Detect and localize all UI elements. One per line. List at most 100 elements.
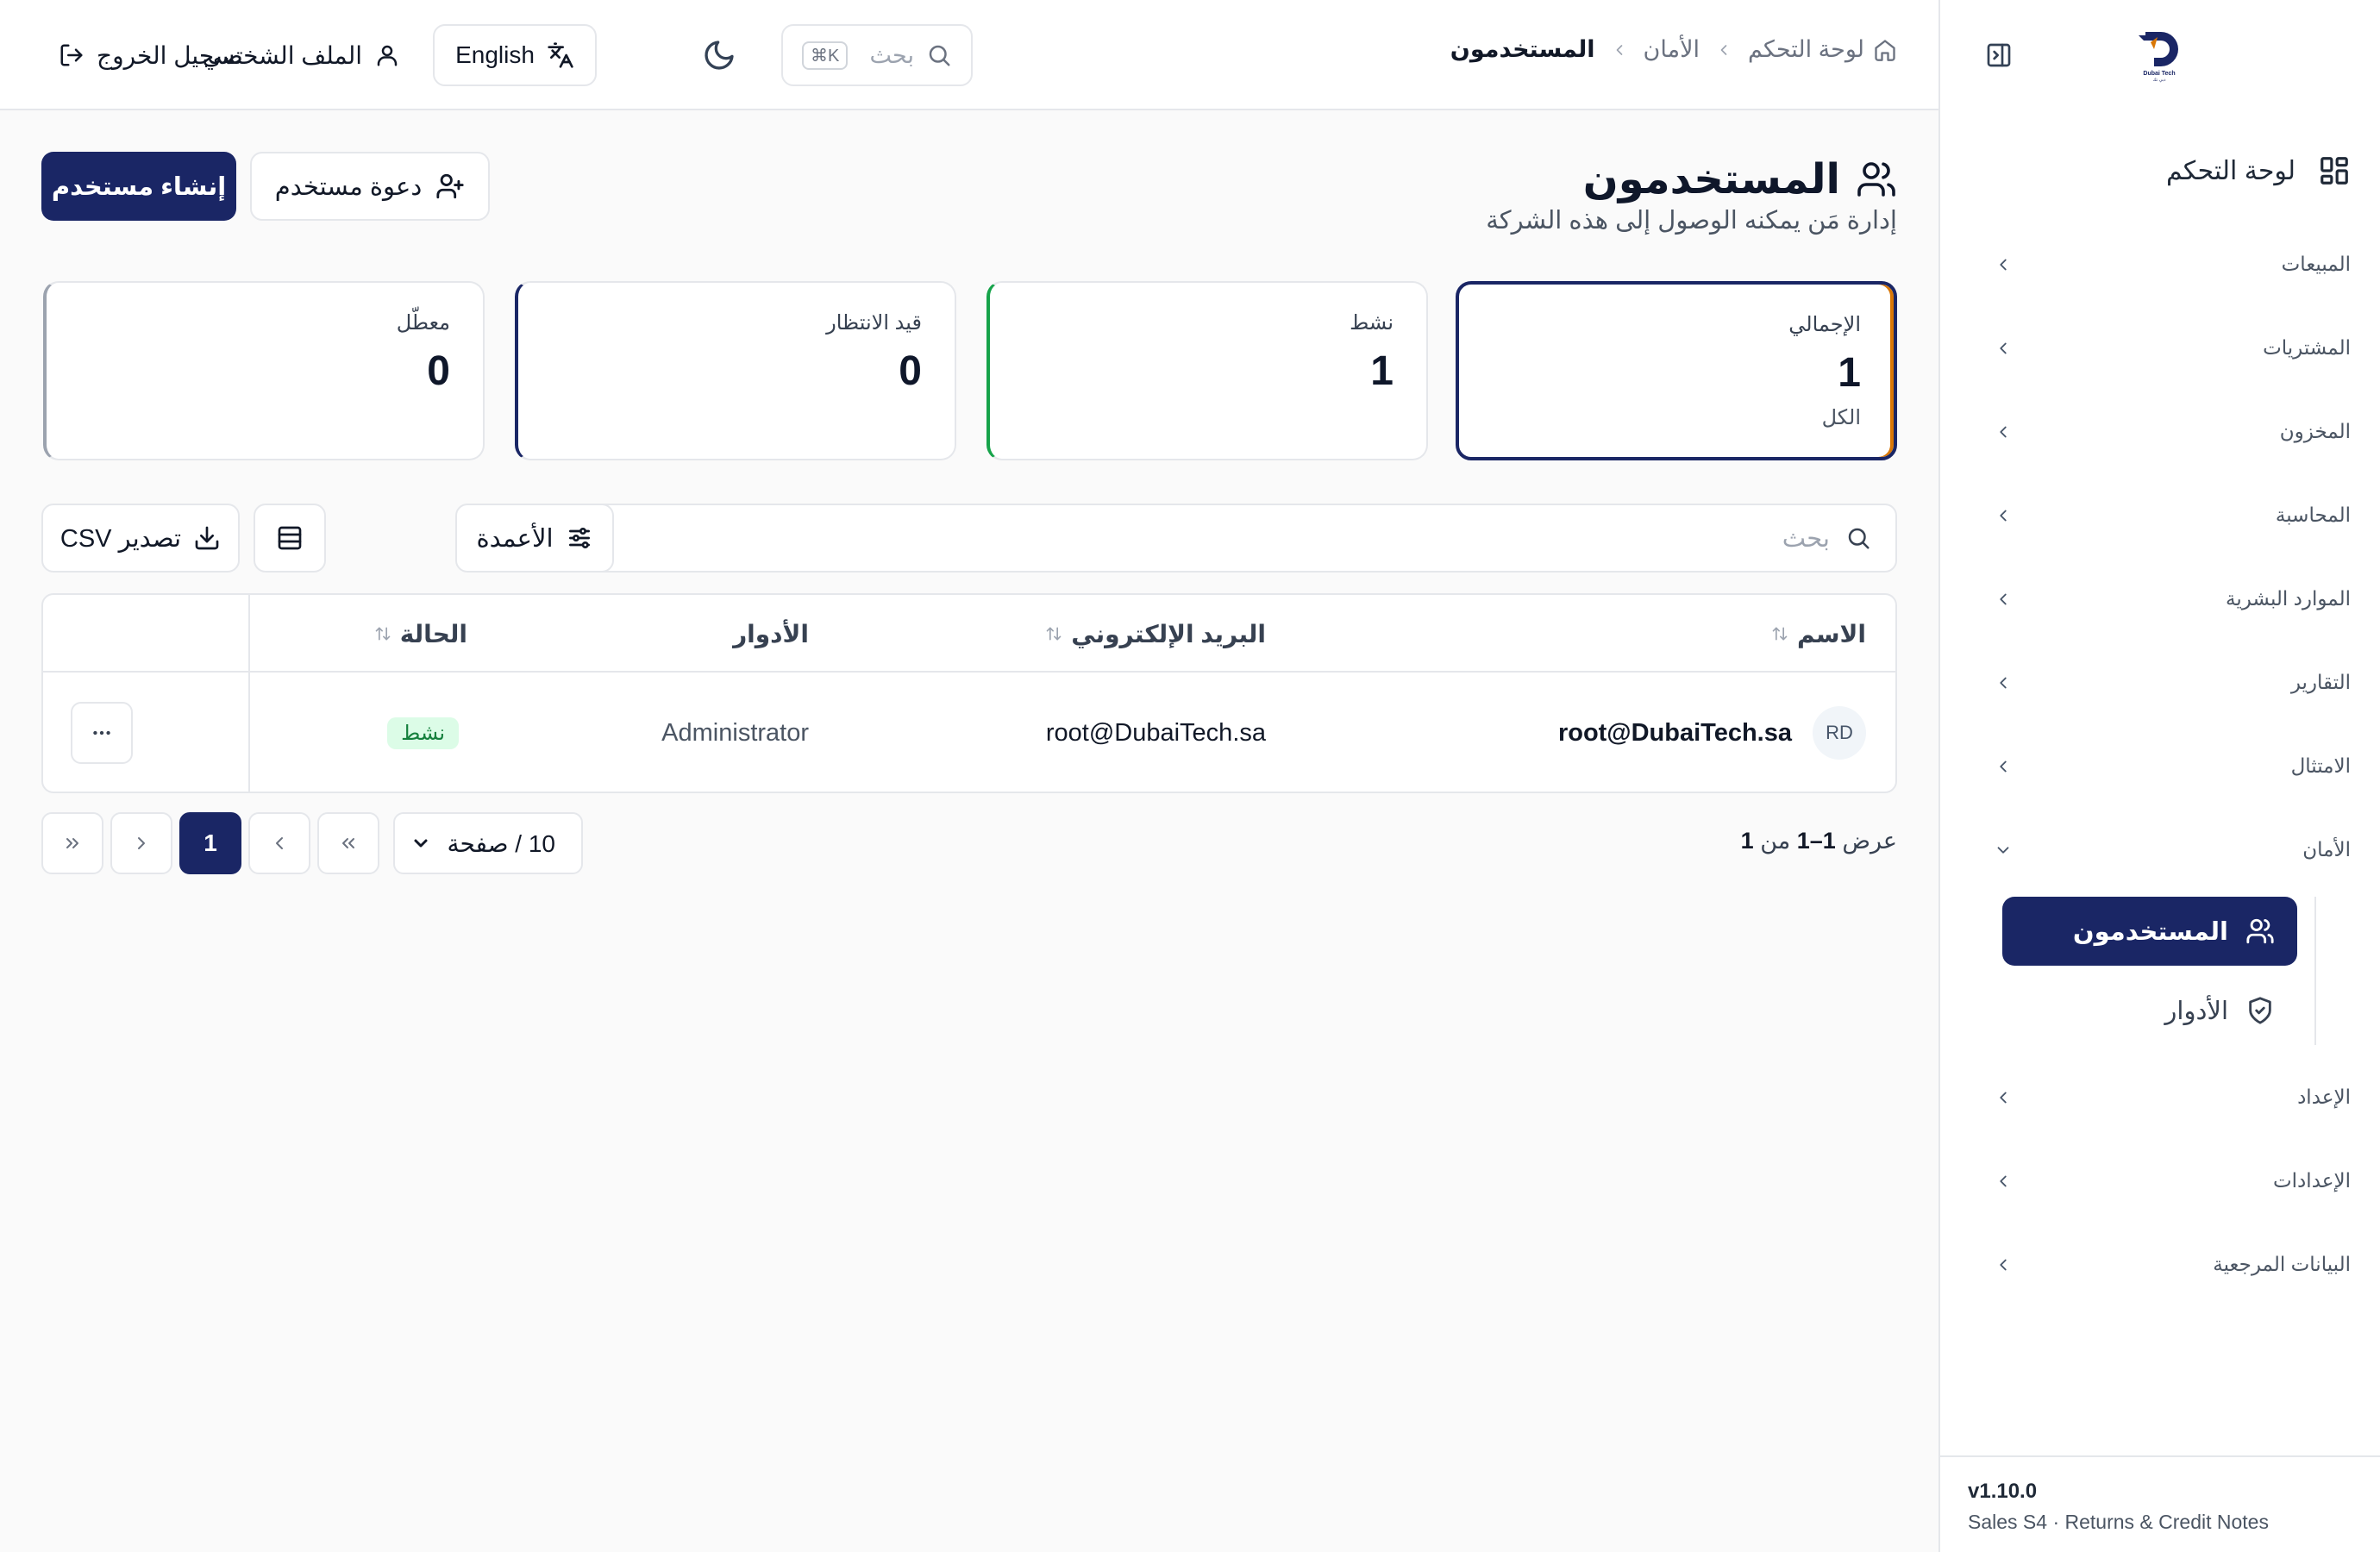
column-header-label: الاسم (1797, 620, 1866, 648)
breadcrumb: لوحة التحكم الأمان المستخدمون (1450, 36, 1897, 63)
version-label: v1.10.0 (1968, 1480, 2038, 1503)
page-title-text: المستخدمون (1582, 157, 1840, 203)
page-subtitle: إدارة مَن يمكنه الوصول إلى هذه الشركة (1486, 207, 1897, 235)
breadcrumb-home[interactable]: لوحة التحكم (1748, 36, 1897, 63)
sidebar-header: Dubai Tech دبي تك (1940, 0, 2380, 110)
sidebar-item-label: البيانات المرجعية (2213, 1253, 2351, 1275)
main-content: المستخدمون إدارة مَن يمكنه الوصول إلى هذ… (0, 110, 1938, 1552)
column-header-email[interactable]: البريد الإلكتروني (1045, 595, 1266, 673)
density-toggle-icon[interactable] (254, 504, 326, 573)
chevron-left-icon (2000, 760, 2007, 772)
chevron-left-icon (1616, 44, 1622, 55)
create-user-button[interactable]: إنشاء مستخدم (41, 152, 236, 221)
first-page-button[interactable] (317, 812, 379, 874)
cell-roles: Administrator (661, 718, 809, 747)
home-icon (1875, 39, 1895, 61)
column-header-label: البريد الإلكتروني (1071, 620, 1266, 648)
pagination-summary: عرض 1–1 من 1 (1741, 828, 1897, 854)
sidebar-item-label: التقارير (2290, 671, 2351, 693)
avatar: RD (1813, 706, 1866, 760)
columns-button[interactable]: الأعمدة (455, 504, 614, 573)
page-size-label: 10 / صفحة (447, 829, 555, 857)
sidebar-item-inventory[interactable]: المخزون (1940, 390, 2380, 473)
column-header-name[interactable]: الاسم (1771, 595, 1866, 673)
table-header: الاسم البريد الإلكتروني الأدوار الحالة (43, 595, 1895, 673)
export-csv-button[interactable]: تصدير CSV (41, 504, 240, 573)
sidebar-item-roles[interactable]: الأدوار (2002, 976, 2297, 1045)
build-label: Sales S4 · Returns & Credit Notes (1968, 1511, 2269, 1533)
table-row[interactable]: RD root@DubaiTech.sa root@DubaiTech.sa A… (43, 673, 1895, 792)
column-header-label: الأدوار (733, 620, 809, 648)
stat-card-total[interactable]: الإجمالي 1 الكل (1456, 281, 1897, 460)
sidebar-item-compliance[interactable]: الامتثال (1940, 724, 2380, 808)
sort-icon (1046, 627, 1062, 641)
table-search-input[interactable]: بحث (516, 504, 1897, 573)
stat-label: قيد الانتظار (826, 311, 922, 335)
sidebar-footer: v1.10.0 Sales S4 · Returns & Credit Note… (1940, 1455, 2380, 1552)
sidebar-item-label: الإعداد (2297, 1086, 2351, 1108)
sidebar-item-label: الموارد البشرية (2226, 587, 2351, 610)
sidebar-item-reports[interactable]: التقارير (1940, 641, 2380, 724)
logout-button[interactable]: تسجيل الخروج (59, 24, 243, 86)
chevron-down-icon (1997, 846, 2009, 854)
sidebar-item-master-data[interactable]: البيانات المرجعية (1940, 1223, 2380, 1306)
export-csv-label: تصدير CSV (60, 524, 182, 553)
chevron-left-icon (1720, 44, 1727, 55)
pagination-range: 1–1 (1796, 828, 1836, 854)
logout-label: تسجيل الخروج (97, 41, 243, 69)
column-header-status[interactable]: الحالة (374, 595, 467, 673)
sidebar-item-security[interactable]: الأمان (1940, 808, 2380, 892)
logout-icon (60, 44, 83, 66)
chevrons-left-icon (342, 838, 354, 848)
row-actions-button[interactable] (71, 702, 133, 764)
sidebar-nav: لوحة التحكم المبيعات المشتريات المخزون ا… (1940, 138, 2380, 1306)
page-number-button[interactable]: 1 (179, 812, 241, 874)
page-size-select[interactable]: 10 / صفحة (393, 812, 583, 874)
breadcrumb-current: المستخدمون (1450, 36, 1595, 62)
user-icon (377, 45, 398, 66)
cell-name: RD root@DubaiTech.sa (1558, 673, 1866, 792)
stat-value: 1 (1838, 350, 1861, 396)
invite-user-button[interactable]: دعوة مستخدم (250, 152, 490, 221)
sidebar-item-setup[interactable]: الإعداد (1940, 1055, 2380, 1139)
sidebar-item-purchases[interactable]: المشتريات (1940, 306, 2380, 390)
users-table: الاسم البريد الإلكتروني الأدوار الحالة R… (41, 593, 1897, 793)
stat-value: 0 (899, 348, 922, 394)
chevron-left-icon (2000, 1092, 2007, 1103)
download-icon (195, 526, 219, 550)
prev-page-button[interactable] (248, 812, 310, 874)
global-search-input[interactable]: بحث ⌘K (781, 24, 973, 86)
stat-label: نشط (1350, 311, 1394, 335)
sort-icon (1772, 627, 1788, 641)
sidebar-collapse-icon[interactable] (1982, 38, 2016, 72)
top-header: لوحة التحكم الأمان المستخدمون بحث ⌘K Eng… (0, 0, 1938, 110)
stat-card-disabled[interactable]: معطّل 0 (43, 281, 485, 460)
stat-value: 1 (1370, 348, 1394, 394)
theme-toggle-moon-icon[interactable] (702, 38, 736, 72)
user-plus-icon (436, 173, 464, 199)
sidebar-item-users[interactable]: المستخدمون (2002, 897, 2297, 966)
next-page-button[interactable] (110, 812, 172, 874)
sidebar-item-dashboard[interactable]: لوحة التحكم (1940, 138, 2380, 203)
breadcrumb-security[interactable]: الأمان (1644, 36, 1700, 63)
stat-card-active[interactable]: نشط 1 (986, 281, 1428, 460)
pagination-total: 1 (1740, 828, 1754, 854)
sidebar: Dubai Tech دبي تك لوحة التحكم المبيعات ا… (1938, 0, 2380, 1552)
security-submenu: المستخدمون الأدوار (2002, 897, 2316, 1045)
language-button[interactable]: English (433, 24, 597, 86)
chevron-right-icon (138, 837, 145, 849)
sidebar-item-accounting[interactable]: المحاسبة (1940, 473, 2380, 557)
last-page-button[interactable] (41, 812, 103, 874)
users-icon (1857, 162, 1895, 197)
sidebar-item-label: المخزون (2279, 420, 2351, 442)
company-logo[interactable]: Dubai Tech دبي تك (2133, 27, 2185, 84)
chevron-left-icon (276, 837, 283, 849)
sidebar-item-settings[interactable]: الإعدادات (1940, 1139, 2380, 1223)
shield-check-icon (2249, 997, 2271, 1024)
stat-card-pending[interactable]: قيد الانتظار 0 (515, 281, 956, 460)
sidebar-item-hr[interactable]: الموارد البشرية (1940, 557, 2380, 641)
table-search-placeholder: بحث (1782, 524, 1830, 553)
chevron-left-icon (2000, 259, 2007, 270)
breadcrumb-label: لوحة التحكم (1747, 36, 1864, 62)
sidebar-item-sales[interactable]: المبيعات (1940, 222, 2380, 306)
